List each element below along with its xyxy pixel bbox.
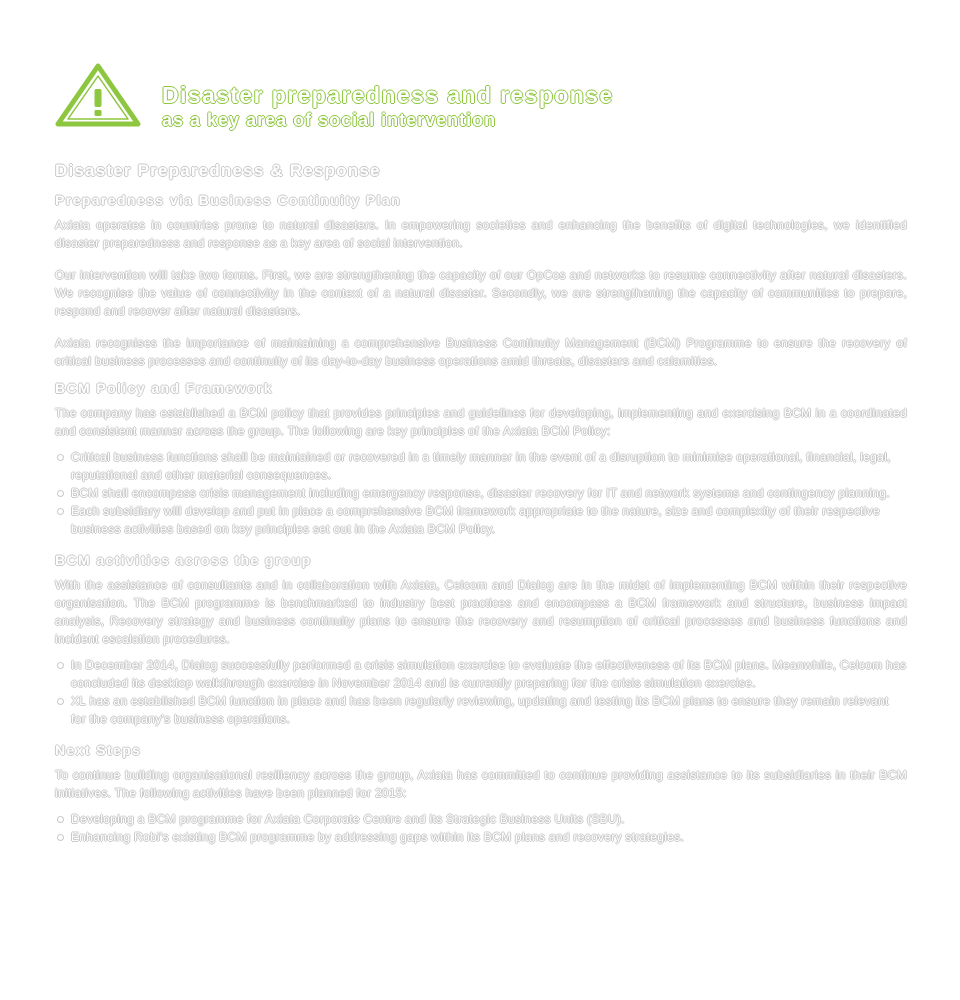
list-item: BCM shall encompass crisis management in… [57, 484, 907, 502]
warning-triangle-icon [55, 63, 141, 127]
bullet-list: Developing a BCM programme for Axiata Co… [55, 810, 907, 846]
paragraph: To continue building organisational resi… [55, 768, 907, 800]
page-header: Disaster preparedness and response as a … [52, 60, 912, 132]
paragraph: Axiata recognises the importance of main… [55, 336, 907, 368]
list-item: Enhancing Robi's existing BCM programme … [57, 828, 907, 846]
list-item: In December 2014, Dialog successfully pe… [57, 658, 907, 690]
paragraph: Axiata operates in countries prone to na… [55, 218, 907, 250]
page-subtitle: as a key area of social intervention [162, 110, 497, 130]
list-item: Developing a BCM programme for Axiata Co… [57, 810, 907, 828]
section-heading: Disaster Preparedness & Response [55, 161, 381, 180]
subsection-heading-activities: BCM activities across the group [55, 552, 312, 568]
paragraph: Our intervention will take two forms. Fi… [55, 268, 907, 318]
bullet-list: In December 2014, Dialog successfully pe… [55, 656, 907, 728]
page: Disaster preparedness and response as a … [0, 0, 960, 1000]
article-body: Disaster Preparedness & Response Prepare… [55, 160, 907, 858]
list-item: Each subsidiary will develop and put in … [57, 502, 907, 538]
page-title: Disaster preparedness and response [162, 82, 614, 108]
paragraph: The company has established a BCM policy… [55, 406, 907, 438]
subsection-heading-preparedness: Preparedness via Business Continuity Pla… [55, 192, 402, 208]
bullet-list: Critical business functions shall be mai… [55, 448, 907, 538]
subsection-heading-policy: BCM Policy and Framework [55, 380, 273, 396]
subsection-heading-next-steps: Next Steps [55, 742, 142, 758]
list-item: Critical business functions shall be mai… [57, 448, 907, 484]
paragraph: With the assistance of consultants and i… [55, 578, 907, 646]
list-item: XL has an established BCM function in pl… [57, 692, 907, 728]
